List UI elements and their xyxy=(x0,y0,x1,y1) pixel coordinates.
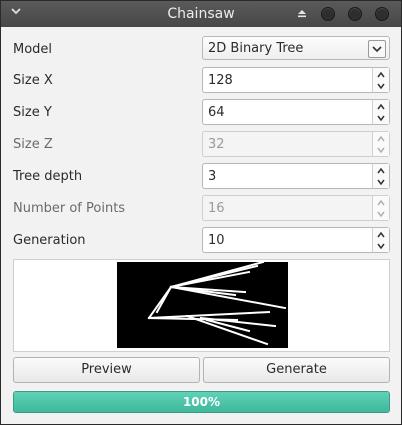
progress-bar: 100% xyxy=(13,391,390,413)
shade-icon[interactable] xyxy=(296,7,308,19)
size-z-value: 32 xyxy=(208,137,225,152)
arrow-down-icon[interactable] xyxy=(376,112,386,122)
arrow-up-icon[interactable] xyxy=(376,101,386,111)
generation-label: Generation xyxy=(13,233,86,248)
arrow-down-icon[interactable] xyxy=(376,176,386,186)
size-y-spinbox[interactable]: 64 xyxy=(202,99,390,125)
arrow-up-icon xyxy=(376,197,386,207)
arrow-up-icon[interactable] xyxy=(376,165,386,175)
preview-area xyxy=(13,259,390,352)
tree-depth-value: 3 xyxy=(208,169,217,184)
window-title: Chainsaw xyxy=(167,6,235,22)
maximize-button[interactable] xyxy=(348,7,362,21)
row-size-y: Size Y 64 xyxy=(1,99,401,125)
row-tree-depth: Tree depth 3 xyxy=(1,163,401,189)
titlebar: Chainsaw xyxy=(1,1,401,27)
arrow-down-icon[interactable] xyxy=(376,240,386,250)
number-of-points-label: Number of Points xyxy=(13,201,126,216)
arrow-up-icon[interactable] xyxy=(376,229,386,239)
chainsaw-window: Chainsaw Model 2D Binary Tree Size X 128 xyxy=(0,0,402,425)
size-z-label: Size Z xyxy=(13,137,53,152)
size-y-value: 64 xyxy=(208,105,225,120)
chevron-down-icon[interactable] xyxy=(368,40,386,58)
row-number-of-points: Number of Points 16 xyxy=(1,195,401,221)
generate-button[interactable]: Generate xyxy=(203,357,390,383)
row-model: Model 2D Binary Tree xyxy=(1,36,401,62)
size-x-label: Size X xyxy=(13,73,53,88)
arrow-up-icon[interactable] xyxy=(376,69,386,79)
size-x-spinbox[interactable]: 128 xyxy=(202,67,390,93)
row-generation: Generation 10 xyxy=(1,227,401,253)
model-value: 2D Binary Tree xyxy=(208,41,304,56)
generation-value: 10 xyxy=(208,233,225,248)
tree-preview-image xyxy=(117,260,288,348)
minimize-button[interactable] xyxy=(321,7,335,21)
progress-label: 100% xyxy=(182,395,221,409)
number-of-points-value: 16 xyxy=(208,201,225,216)
tree-depth-spinbox[interactable]: 3 xyxy=(202,163,390,189)
size-z-spinbox: 32 xyxy=(202,131,390,157)
arrow-up-icon xyxy=(376,133,386,143)
preview-button[interactable]: Preview xyxy=(13,357,200,383)
size-y-label: Size Y xyxy=(13,105,52,120)
model-label: Model xyxy=(13,42,53,57)
arrow-down-icon xyxy=(376,208,386,218)
arrow-down-icon[interactable] xyxy=(376,80,386,90)
number-of-points-spinbox: 16 xyxy=(202,195,390,221)
tree-depth-label: Tree depth xyxy=(13,169,83,184)
model-select[interactable]: 2D Binary Tree xyxy=(202,36,390,60)
row-size-z: Size Z 32 xyxy=(1,131,401,157)
arrow-down-icon xyxy=(376,144,386,154)
close-button[interactable] xyxy=(375,7,389,21)
size-x-value: 128 xyxy=(208,73,233,88)
generation-spinbox[interactable]: 10 xyxy=(202,227,390,253)
row-size-x: Size X 128 xyxy=(1,67,401,93)
